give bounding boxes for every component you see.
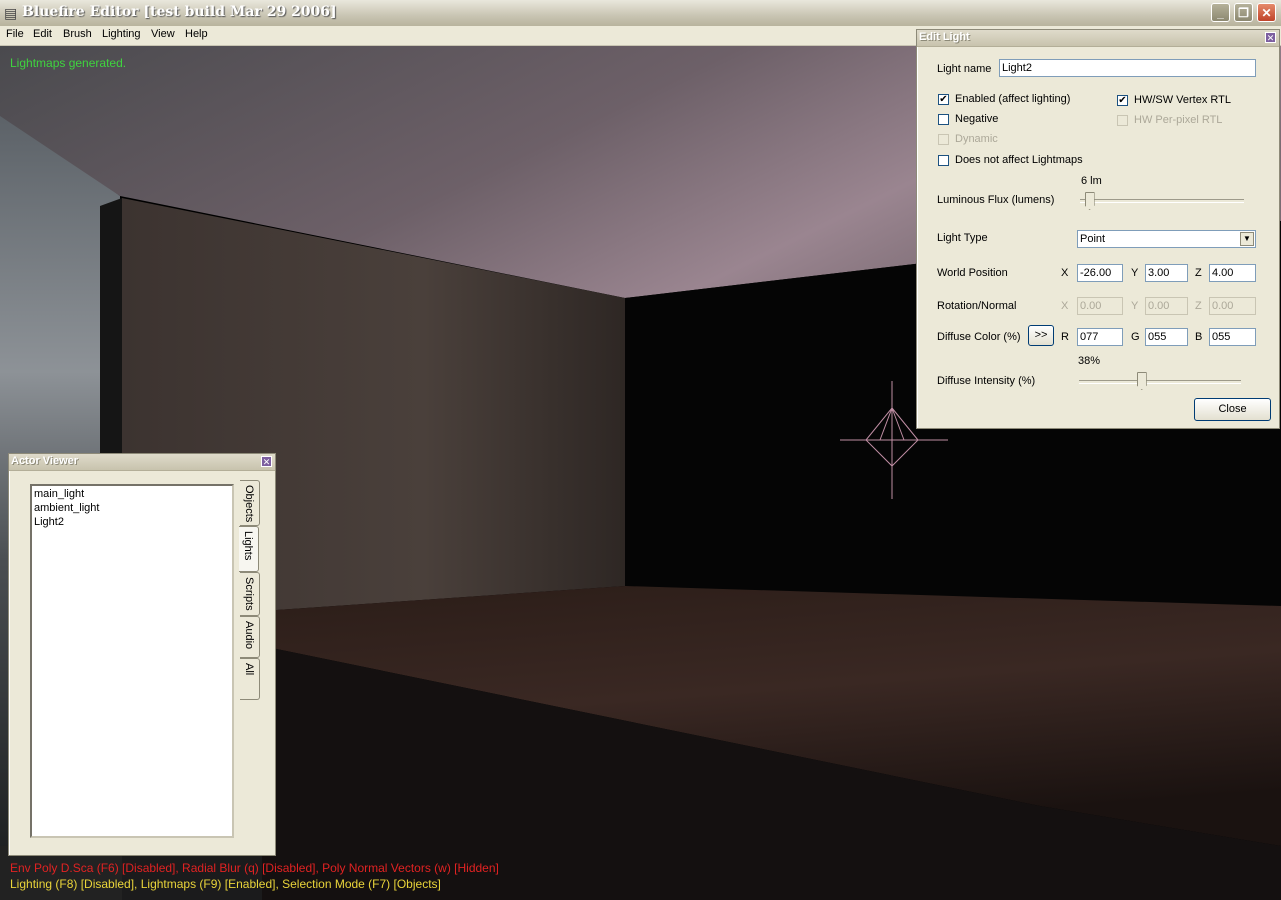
world-position-label: World Position	[937, 267, 1008, 279]
tab-all-label: All	[243, 663, 255, 676]
r-label: R	[1061, 331, 1069, 343]
no-lightmaps-checkbox[interactable]	[938, 155, 949, 166]
negative-label: Negative	[955, 113, 999, 125]
g-label: G	[1131, 331, 1140, 343]
dynamic-label: Dynamic	[955, 133, 998, 145]
hw-sw-vertex-checkbox[interactable]: ✔	[1117, 95, 1128, 106]
diffuse-color-label: Diffuse Color (%)	[937, 331, 1021, 343]
rot-z-label: Z	[1195, 300, 1202, 312]
edit-light-title: Edit Light	[919, 31, 970, 43]
actor-viewer-title: Actor Viewer	[11, 455, 79, 467]
enabled-label: Enabled (affect lighting)	[955, 93, 1071, 105]
dropdown-arrow-icon[interactable]: ▼	[1240, 232, 1254, 246]
minimize-button[interactable]: _	[1211, 3, 1230, 22]
menu-view[interactable]: View	[151, 28, 175, 40]
g-input[interactable]: 055	[1145, 328, 1188, 346]
window-title: Bluefire Editor [test build Mar 29 2006]	[22, 4, 337, 20]
enabled-checkbox[interactable]: ✔	[938, 94, 949, 105]
light-name-label: Light name	[937, 63, 992, 75]
world-z-label: Z	[1195, 267, 1202, 279]
r-input[interactable]: 077	[1077, 328, 1123, 346]
rot-x-input: 0.00	[1077, 297, 1123, 315]
tab-lights[interactable]: Lights	[239, 526, 259, 572]
menu-file[interactable]: File	[6, 28, 24, 40]
edit-light-titlebar[interactable]: Edit Light ✕	[917, 30, 1279, 47]
world-x-input[interactable]: -26.00	[1077, 264, 1123, 282]
flux-slider-track[interactable]	[1080, 199, 1244, 203]
menu-lighting[interactable]: Lighting	[102, 28, 141, 40]
light-type-label: Light Type	[937, 232, 988, 244]
actor-viewer-titlebar[interactable]: Actor Viewer ✕	[9, 454, 275, 471]
tab-objects[interactable]: Objects	[240, 480, 260, 526]
light-type-value: Point	[1080, 233, 1106, 245]
list-item[interactable]: Light2	[34, 516, 64, 528]
status-line-2: Lighting (F8) [Disabled], Lightmaps (F9)…	[10, 877, 441, 891]
world-x-label: X	[1061, 267, 1069, 279]
close-button[interactable]: Close	[1194, 398, 1271, 421]
b-input[interactable]: 055	[1209, 328, 1256, 346]
list-item[interactable]: ambient_light	[34, 502, 99, 514]
tab-scripts[interactable]: Scripts	[240, 572, 260, 616]
rot-y-label: Y	[1131, 300, 1139, 312]
menu-help[interactable]: Help	[185, 28, 208, 40]
tab-audio[interactable]: Audio	[240, 616, 260, 658]
light-name-input[interactable]: Light2	[999, 59, 1256, 77]
actor-viewer-close-icon[interactable]: ✕	[261, 456, 272, 467]
tab-objects-label: Objects	[243, 485, 255, 523]
tab-all[interactable]: All	[240, 658, 260, 700]
b-label: B	[1195, 331, 1203, 343]
world-z-input[interactable]: 4.00	[1209, 264, 1256, 282]
close-window-button[interactable]: ✕	[1257, 3, 1276, 22]
world-y-input[interactable]: 3.00	[1145, 264, 1188, 282]
edit-light-close-icon[interactable]: ✕	[1265, 32, 1276, 43]
status-line-1: Env Poly D.Sca (F6) [Disabled], Radial B…	[10, 861, 499, 875]
intensity-value: 38%	[1078, 355, 1101, 367]
list-item[interactable]: main_light	[34, 488, 84, 500]
negative-checkbox[interactable]	[938, 114, 949, 125]
menu-brush[interactable]: Brush	[63, 28, 92, 40]
rot-z-input: 0.00	[1209, 297, 1256, 315]
title-bar: ▤ Bluefire Editor [test build Mar 29 200…	[0, 0, 1281, 27]
intensity-label: Diffuse Intensity (%)	[937, 375, 1036, 387]
light-type-select[interactable]: Point ▼	[1077, 230, 1256, 248]
world-y-label: Y	[1131, 267, 1139, 279]
no-lightmaps-label: Does not affect Lightmaps	[955, 154, 1083, 166]
edit-light-panel: Edit Light ✕ Light name Light2 ✔ Enabled…	[916, 29, 1280, 429]
actor-viewer-panel: Actor Viewer ✕ main_light ambient_light …	[8, 453, 276, 856]
hw-per-pixel-checkbox	[1117, 115, 1128, 126]
tab-scripts-label: Scripts	[243, 577, 255, 611]
maximize-button[interactable]: ❐	[1234, 3, 1253, 22]
intensity-slider-track[interactable]	[1079, 380, 1241, 384]
tab-audio-label: Audio	[243, 621, 255, 650]
flux-value: 6 lm	[1081, 175, 1102, 187]
hw-sw-vertex-label: HW/SW Vertex RTL	[1134, 94, 1231, 106]
actor-list[interactable]: main_light ambient_light Light2	[30, 484, 234, 838]
flux-slider-thumb[interactable]	[1084, 192, 1095, 210]
dynamic-checkbox	[938, 134, 949, 145]
rot-y-input: 0.00	[1145, 297, 1188, 315]
tab-lights-label: Lights	[242, 531, 254, 561]
flux-label: Luminous Flux (lumens)	[937, 194, 1055, 206]
app-icon: ▤	[4, 5, 18, 21]
rotation-label: Rotation/Normal	[937, 300, 1017, 312]
hw-per-pixel-label: HW Per-pixel RTL	[1134, 114, 1223, 126]
status-message: Lightmaps generated.	[10, 56, 127, 70]
menu-edit[interactable]: Edit	[33, 28, 52, 40]
rot-x-label: X	[1061, 300, 1069, 312]
color-picker-button[interactable]: >>	[1028, 325, 1054, 346]
intensity-slider-thumb[interactable]	[1136, 372, 1147, 390]
